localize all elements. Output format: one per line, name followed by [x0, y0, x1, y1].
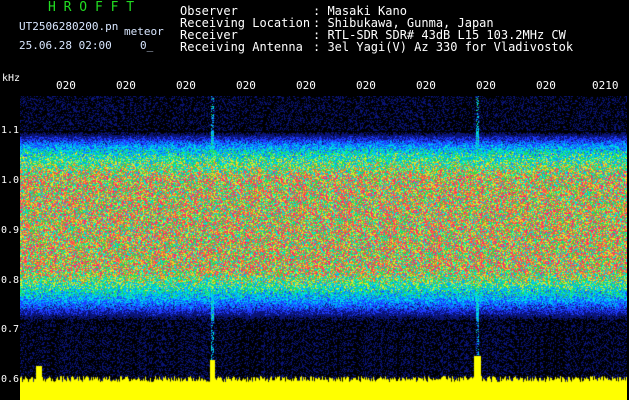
y-tick-label: 0.7 [1, 324, 20, 335]
meteor-count: 0_ [140, 39, 154, 52]
x-tick-label: 020 [56, 79, 76, 92]
x-tick-label: 020 [176, 79, 196, 92]
x-tick-label: 020 [416, 79, 436, 92]
unit-label: kHz [2, 73, 21, 84]
x-tick-label: 020 [476, 79, 496, 92]
spectrogram-plot [20, 96, 627, 400]
x-tick-label: 0210 [592, 79, 619, 92]
datetime: 25.06.28 02:00 [19, 39, 112, 52]
title: H R O F F T [48, 0, 135, 15]
y-tick-label: 0.8 [1, 275, 20, 286]
x-tick-label: 020 [296, 79, 316, 92]
x-tick-label: 020 [536, 79, 556, 92]
x-tick-label: 020 [356, 79, 376, 92]
filename: UT2506280200.pn [19, 20, 119, 33]
antenna-label: Receiving Antenna [180, 40, 303, 54]
antenna-value: : 3el Yagi(V) Az 330 for Vladivostok [313, 40, 574, 54]
y-tick-label: 0.6 [1, 374, 20, 385]
y-tick-label: 1.1 [1, 125, 20, 136]
y-tick-label: 1.0 [1, 175, 20, 186]
x-tick-label: 020 [116, 79, 136, 92]
meteor-label: meteor [124, 25, 164, 38]
y-tick-label: 0.9 [1, 225, 20, 236]
x-tick-label: 020 [236, 79, 256, 92]
